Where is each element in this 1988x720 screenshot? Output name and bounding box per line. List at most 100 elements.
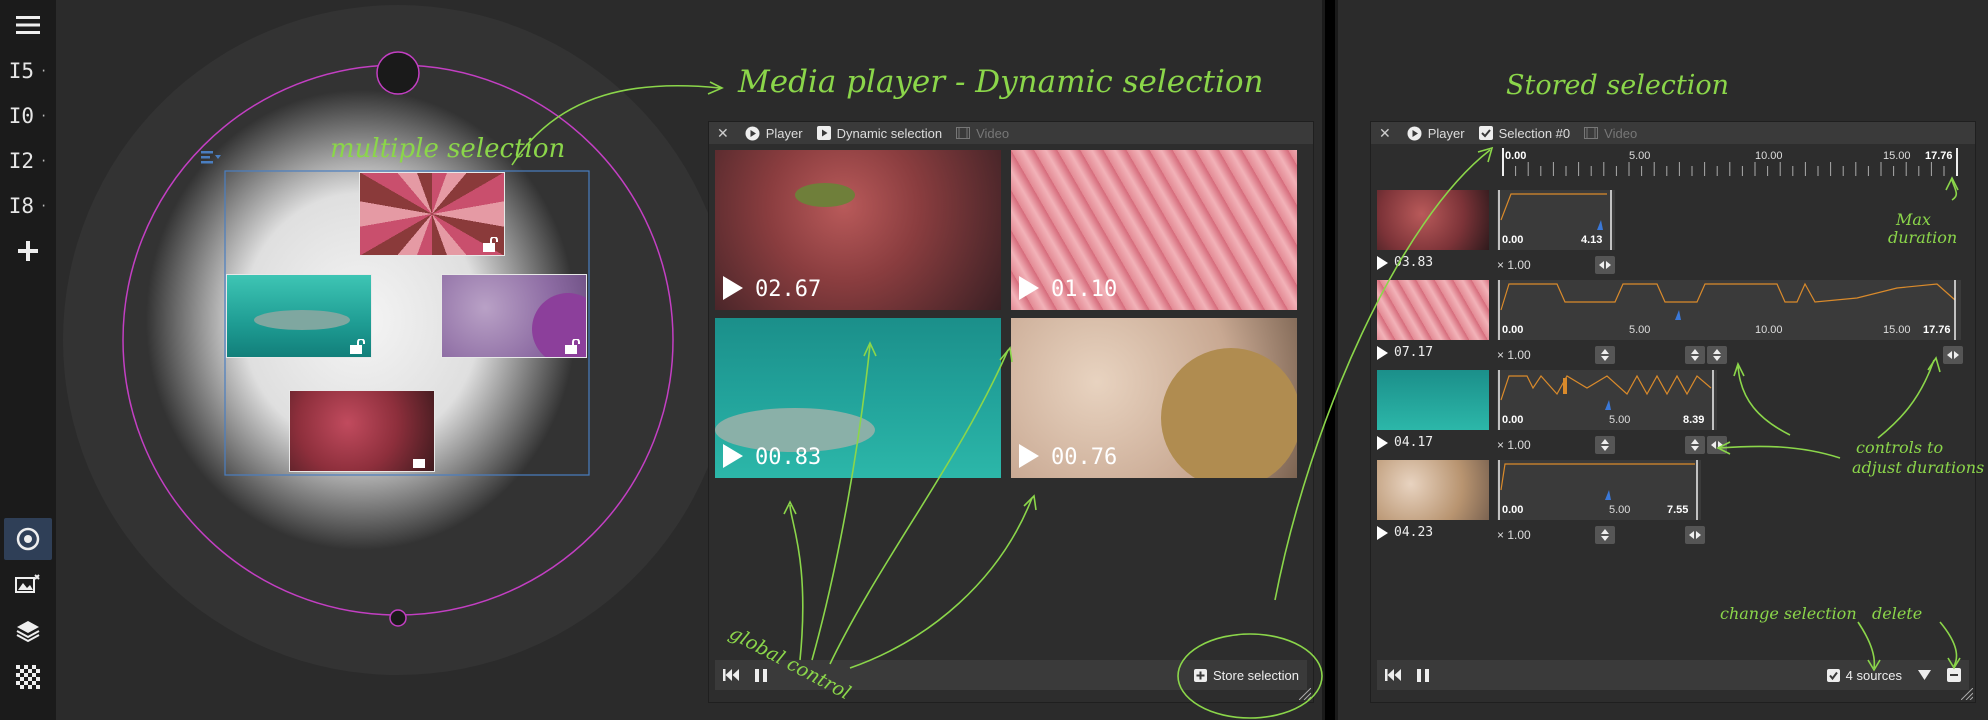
checker-icon[interactable] — [4, 656, 52, 698]
play-icon[interactable] — [1377, 345, 1388, 360]
stored-global-controls: 4 sources — [1377, 660, 1969, 690]
skip-back-icon[interactable] — [1385, 669, 1401, 681]
resize-grip-icon[interactable] — [1299, 688, 1311, 700]
video-tile-seal[interactable]: 00.83 — [715, 318, 1001, 478]
tab-video[interactable]: Video — [1584, 126, 1637, 141]
sidebar-item-i5[interactable]: I5 · — [4, 50, 52, 92]
sources-toggle[interactable]: 4 sources — [1826, 668, 1902, 683]
adjust-duration-button[interactable] — [1707, 346, 1727, 364]
sidebar-item-i2[interactable]: I2 · — [4, 140, 52, 182]
unlock-icon[interactable] — [564, 339, 582, 354]
film-icon — [1584, 127, 1599, 139]
row-play-time[interactable]: 04.17 — [1377, 435, 1433, 450]
annotation-multiple-selection: multiple selection — [330, 134, 566, 164]
clip-track-2[interactable]: 0.00 5.00 10.00 15.00 17.76 — [1497, 280, 1961, 340]
row-thumb-reef[interactable] — [1377, 190, 1489, 250]
play-circle-icon — [1407, 126, 1422, 141]
canvas-thumb-reef[interactable] — [289, 390, 435, 472]
store-selection-button[interactable]: Store selection — [1194, 668, 1299, 683]
resize-grip-icon[interactable] — [1961, 688, 1973, 700]
video-tile-jellyfish[interactable]: 00.76 — [1011, 318, 1297, 478]
annotation-max-duration-1: Max — [1896, 210, 1931, 229]
unlock-icon[interactable] — [349, 339, 367, 354]
annotation-max-duration-2: duration — [1888, 228, 1958, 247]
play-icon[interactable] — [1377, 255, 1388, 270]
player-tabbar: ✕ Player Dynamic selection Video — [709, 122, 1313, 144]
sidebar-item-label: I2 — [8, 149, 35, 173]
layers-icon[interactable] — [4, 610, 52, 652]
checkbox-icon — [1478, 126, 1493, 140]
skip-back-icon[interactable] — [723, 669, 739, 681]
adjust-duration-button[interactable] — [1595, 436, 1615, 454]
play-icon[interactable] — [1377, 435, 1388, 450]
adjust-duration-button[interactable] — [1685, 436, 1705, 454]
annotation-title-player: Media player - Dynamic selection — [738, 64, 1264, 100]
pause-icon[interactable] — [1417, 668, 1429, 682]
play-icon[interactable] — [1019, 444, 1039, 468]
sidebar-item-label: I5 — [8, 59, 35, 83]
clip-track-3[interactable]: 0.00 5.00 8.39 — [1497, 370, 1717, 430]
clip-time: 00.83 — [755, 445, 822, 470]
canvas-thumb-seal[interactable] — [226, 274, 372, 358]
delete-icon[interactable] — [1947, 668, 1961, 682]
row-thumb-seal[interactable] — [1377, 370, 1489, 430]
clip-track-1[interactable]: 0.00 4.13 — [1497, 190, 1615, 250]
clip-time: 01.10 — [1051, 277, 1118, 302]
annotation-title-stored: Stored selection — [1506, 70, 1730, 101]
row-thumb-jellyfish[interactable] — [1377, 460, 1489, 520]
play-icon[interactable] — [1377, 525, 1388, 540]
adjust-duration-button[interactable] — [1685, 526, 1705, 544]
menu-icon[interactable] — [4, 4, 52, 46]
canvas-thumb-kaleidoscope[interactable] — [359, 172, 505, 256]
stored-tabbar: ✕ Player Selection #0 Video — [1371, 122, 1975, 144]
row-play-time[interactable]: 07.17 — [1377, 345, 1433, 360]
row-play-time[interactable]: 04.23 — [1377, 525, 1433, 540]
adjust-duration-button[interactable] — [1595, 526, 1615, 544]
annotation-change-selection: change selection — [1720, 604, 1857, 623]
row-play-time[interactable]: 03.83 — [1377, 255, 1433, 270]
sidebar-item-label: I0 — [8, 104, 35, 128]
annotation-delete: delete — [1872, 604, 1923, 623]
panel-divider[interactable] — [1322, 0, 1338, 720]
row-thumb-anemone[interactable] — [1377, 280, 1489, 340]
change-selection-dropdown-icon[interactable] — [1918, 670, 1931, 680]
clip-track-4[interactable]: 0.00 5.00 7.55 — [1497, 460, 1701, 520]
tab-player[interactable]: Player — [745, 126, 803, 141]
adjust-duration-button[interactable] — [1943, 346, 1963, 364]
lock-icon[interactable] — [412, 453, 430, 468]
play-icon[interactable] — [723, 444, 743, 468]
video-tile-reef[interactable]: 02.67 — [715, 150, 1001, 310]
unlock-icon[interactable] — [482, 237, 500, 252]
tab-selection[interactable]: Selection #0 — [1478, 126, 1570, 141]
checkbox-icon[interactable] — [1826, 668, 1840, 682]
sidebar-item-i0[interactable]: I0 · — [4, 95, 52, 137]
add-square-icon — [1194, 668, 1207, 682]
play-icon[interactable] — [1019, 276, 1039, 300]
close-icon[interactable]: ✕ — [717, 125, 729, 142]
tab-player[interactable]: Player — [1407, 126, 1465, 141]
play-circle-icon — [745, 126, 760, 141]
play-square-icon — [816, 126, 831, 140]
sidebar-item-i8[interactable]: I8 · — [4, 185, 52, 227]
adjust-duration-button[interactable] — [1685, 346, 1705, 364]
play-icon[interactable] — [723, 276, 743, 300]
annotation-controls-2: adjust durations — [1852, 458, 1985, 477]
target-icon[interactable] — [4, 518, 52, 560]
master-timeline[interactable]: 0.00 5.00 10.00 15.00 17.76 — [1501, 148, 1961, 176]
tab-video[interactable]: Video — [956, 126, 1009, 141]
pause-icon[interactable] — [755, 668, 767, 682]
video-tile-anemone[interactable]: 01.10 — [1011, 150, 1297, 310]
sidebar-item-label: I8 — [8, 194, 35, 218]
images-icon[interactable] — [4, 564, 52, 606]
tab-dynamic-selection[interactable]: Dynamic selection — [816, 126, 942, 141]
canvas-thumb-coral-purple[interactable] — [441, 274, 587, 358]
media-player-panel: ✕ Player Dynamic selection Video 02.67 0… — [708, 121, 1314, 703]
close-icon[interactable]: ✕ — [1379, 125, 1391, 142]
clip-time: 00.76 — [1051, 445, 1118, 470]
adjust-duration-button[interactable] — [1595, 346, 1615, 364]
tool-sidebar: I5 · I0 · I2 · I8 · — [0, 0, 56, 720]
clip-time: 02.67 — [755, 277, 822, 302]
add-icon[interactable] — [4, 230, 52, 272]
adjust-duration-button[interactable] — [1595, 256, 1615, 274]
adjust-duration-button[interactable] — [1707, 436, 1727, 454]
